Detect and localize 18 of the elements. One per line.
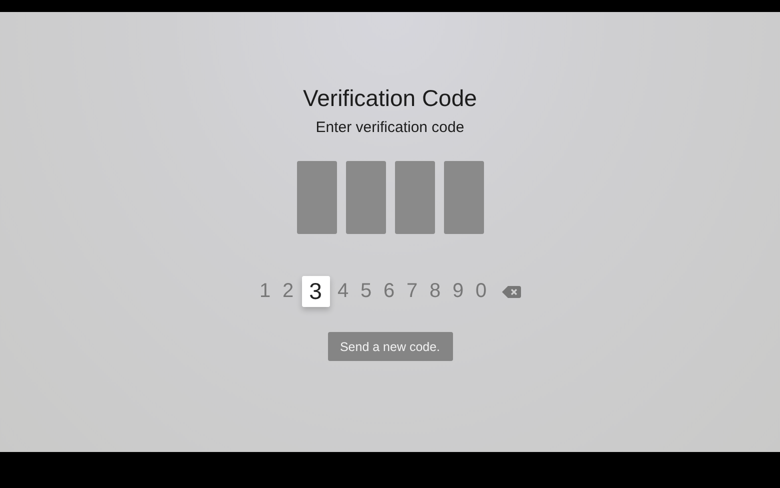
digit-key[interactable]: 8 <box>424 277 446 306</box>
digit-key[interactable]: 5 <box>354 277 378 306</box>
code-input-field[interactable] <box>296 161 336 234</box>
resend-code-button[interactable]: Send a new code. <box>328 332 452 361</box>
code-input-field[interactable] <box>444 161 484 234</box>
digit-key[interactable]: 3 <box>302 276 330 307</box>
digit-key[interactable]: 4 <box>332 277 354 306</box>
title: Verification Code <box>303 84 477 112</box>
digit-key[interactable]: 6 <box>378 277 400 306</box>
digit-key[interactable]: 1 <box>254 277 276 306</box>
digit-key[interactable]: 2 <box>276 277 300 306</box>
backspace-icon <box>502 286 521 298</box>
code-input-field[interactable] <box>394 161 434 234</box>
digit-key[interactable]: 9 <box>446 277 470 306</box>
digit-key[interactable]: 0 <box>470 277 492 306</box>
subtitle: Enter verification code <box>316 119 464 137</box>
digit-key[interactable]: 7 <box>400 277 424 306</box>
code-input-field[interactable] <box>346 161 386 234</box>
